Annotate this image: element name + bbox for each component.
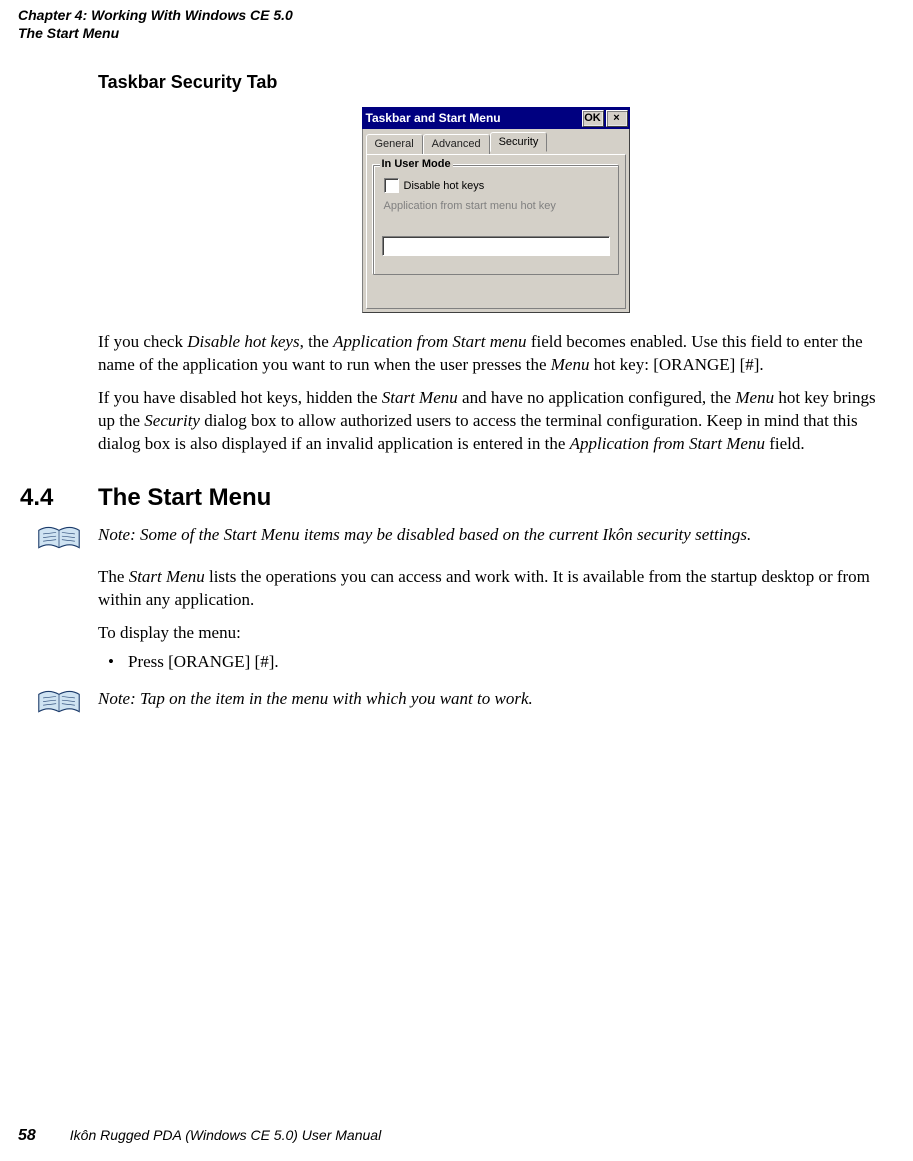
- tab-panel-security: In User Mode Disable hot keys Applicatio…: [366, 154, 626, 309]
- groupbox-user-mode: In User Mode Disable hot keys Applicatio…: [373, 165, 619, 275]
- groupbox-legend: In User Mode: [380, 158, 453, 170]
- bullet-item-1: Press [ORANGE] [#].: [98, 651, 893, 674]
- heading-taskbar-security: Taskbar Security Tab: [98, 72, 893, 93]
- note-1: Note: Some of the Start Menu items may b…: [20, 524, 893, 552]
- checkbox-disable-hot-keys[interactable]: [384, 178, 399, 193]
- app-from-start-label: Application from start menu hot key: [384, 200, 608, 214]
- bullet-list: Press [ORANGE] [#].: [98, 651, 893, 674]
- dialog-body: General Advanced Security In User Mode D…: [362, 129, 630, 313]
- section-number: 4.4: [20, 484, 98, 512]
- app-from-start-input[interactable]: [382, 236, 610, 256]
- heading-start-menu: 4.4 The Start Menu: [20, 484, 893, 512]
- book-icon: [20, 524, 98, 552]
- dialog-title: Taskbar and Start Menu: [366, 111, 580, 125]
- footer-doc-title: Ikôn Rugged PDA (Windows CE 5.0) User Ma…: [70, 1127, 381, 1143]
- close-button[interactable]: ×: [606, 110, 628, 127]
- header-section: The Start Menu: [18, 24, 895, 42]
- note-1-text: Note: Some of the Start Menu items may b…: [98, 524, 893, 547]
- tab-general[interactable]: General: [366, 134, 423, 154]
- section-title: The Start Menu: [98, 484, 271, 512]
- paragraph-4: To display the menu:: [98, 622, 893, 645]
- tab-security[interactable]: Security: [490, 132, 548, 152]
- paragraph-1: If you check Disable hot keys, the Appli…: [98, 331, 893, 377]
- tab-advanced[interactable]: Advanced: [423, 134, 490, 154]
- dialog-titlebar: Taskbar and Start Menu OK ×: [362, 107, 630, 129]
- page-header: Chapter 4: Working With Windows CE 5.0 T…: [0, 0, 913, 44]
- ok-button[interactable]: OK: [582, 110, 604, 127]
- book-icon: [20, 688, 98, 716]
- paragraph-3: The Start Menu lists the operations you …: [98, 566, 893, 612]
- dialog-taskbar-start-menu: Taskbar and Start Menu OK × General Adva…: [362, 107, 630, 313]
- note-2-text: Note: Tap on the item in the menu with w…: [98, 688, 893, 711]
- checkbox-label: Disable hot keys: [404, 180, 485, 192]
- note-2: Note: Tap on the item in the menu with w…: [20, 688, 893, 716]
- page-number: 58: [18, 1127, 36, 1145]
- header-chapter: Chapter 4: Working With Windows CE 5.0: [18, 6, 895, 24]
- paragraph-2: If you have disabled hot keys, hidden th…: [98, 387, 893, 456]
- page-footer: 58 Ikôn Rugged PDA (Windows CE 5.0) User…: [18, 1127, 381, 1145]
